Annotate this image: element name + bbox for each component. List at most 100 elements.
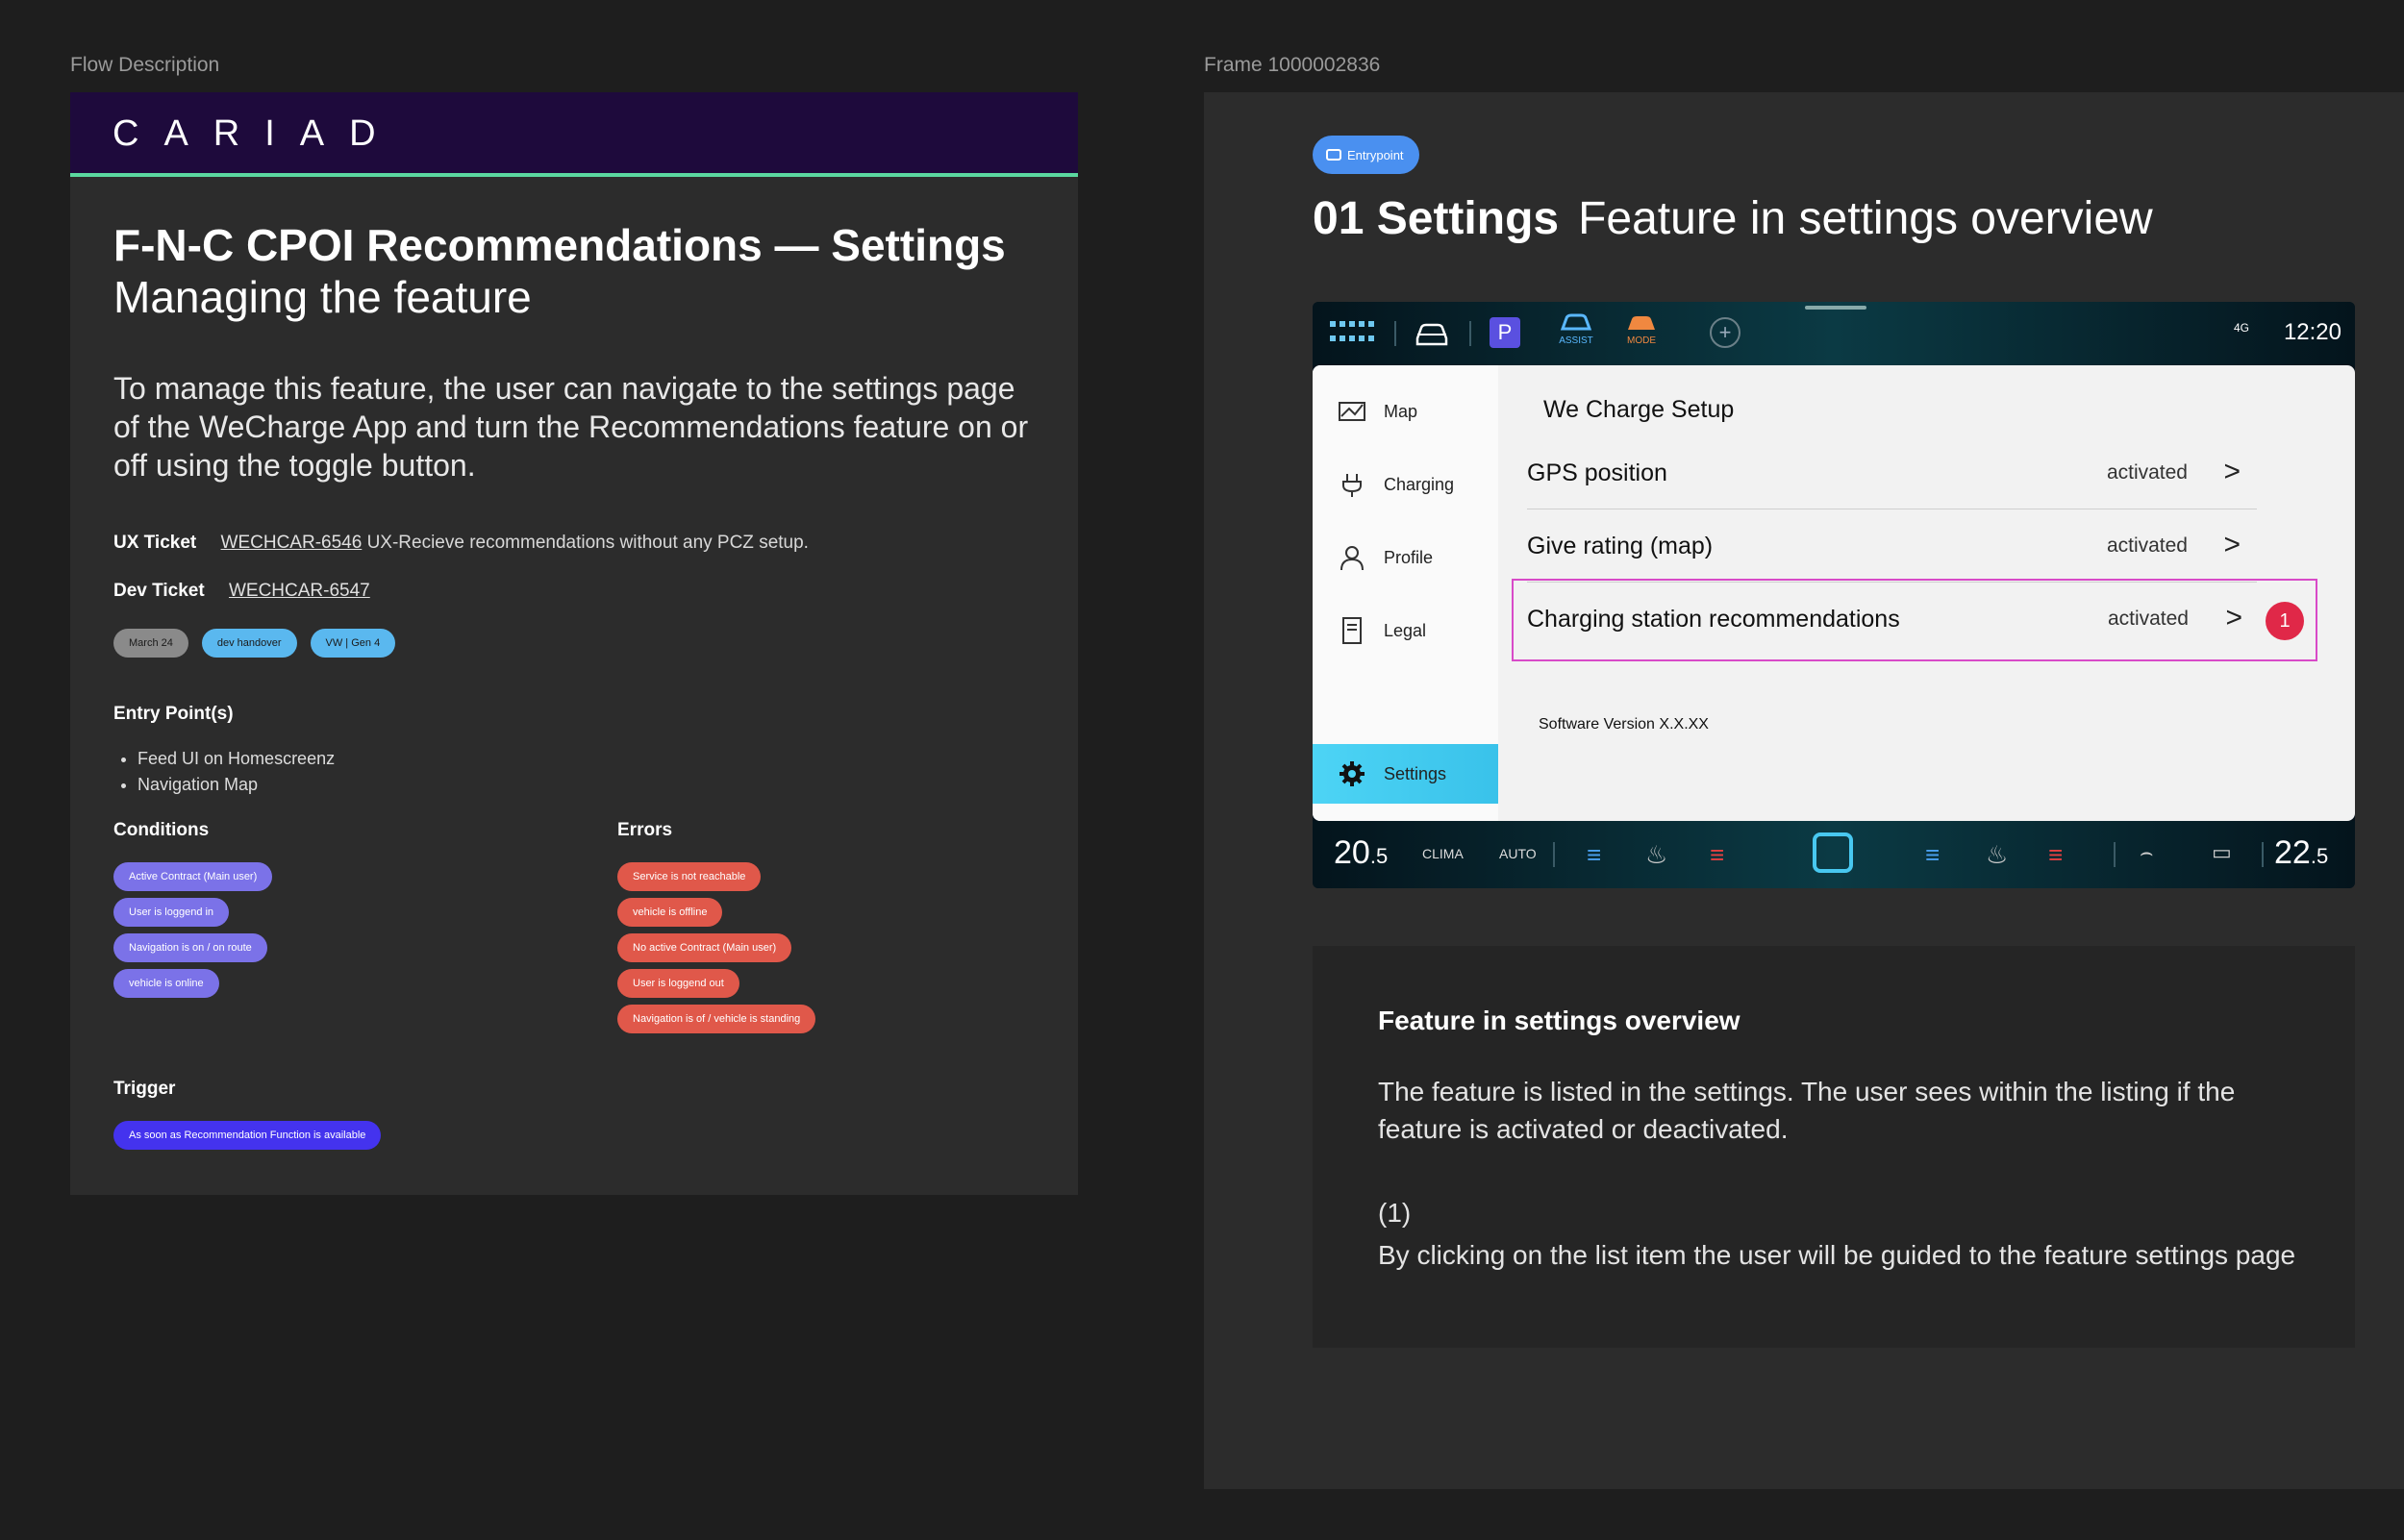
settings-row-gps[interactable]: GPS position activated > xyxy=(1519,438,2284,509)
row-status: activated xyxy=(2106,461,2188,484)
sidebar-item-profile[interactable]: Profile xyxy=(1313,529,1498,586)
description-marker-ref: (1) xyxy=(1378,1198,1412,1228)
description-body: The feature is listed in the settings. T… xyxy=(1378,1077,2236,1144)
page-subtitle: Managing the feature xyxy=(113,272,532,322)
divider xyxy=(1553,842,1555,867)
assist-icon xyxy=(1560,313,1592,331)
software-version: Software Version X.X.XX xyxy=(1539,716,1709,733)
sidebar-item-legal[interactable]: Legal xyxy=(1313,602,1498,659)
description-click-note: By clicking on the list item the user wi… xyxy=(1378,1240,2296,1270)
temperature-left[interactable]: 20.5 xyxy=(1334,834,1388,872)
ux-ticket-link[interactable]: WECHCAR-6546 xyxy=(221,533,363,553)
front-defrost-icon[interactable]: ⌢ xyxy=(2140,840,2153,865)
annotation-marker: 1 xyxy=(2266,602,2304,640)
intro-text: To manage this feature, the user can nav… xyxy=(113,371,1029,483)
auto-button[interactable]: AUTO xyxy=(1499,846,1537,861)
divider xyxy=(1469,321,1471,346)
row-label: GPS position xyxy=(1527,460,1667,486)
entry-points-heading: Entry Point(s) xyxy=(113,704,234,724)
network-indicator: 4G xyxy=(2233,321,2249,335)
gear-icon xyxy=(1340,761,1365,786)
row-status: activated xyxy=(2106,534,2188,557)
frame-title-number: 01 Settings xyxy=(1313,193,1560,244)
row-status: activated xyxy=(2107,608,2189,630)
rear-defrost-icon[interactable]: ▭ xyxy=(2212,840,2232,865)
settings-panel: Map Charging Profile Legal Settings We C… xyxy=(1313,365,2355,821)
sidebar-item-label: Legal xyxy=(1384,620,1427,640)
flow-description-card: CARIAD F-N-C CPOI Recommendations — Sett… xyxy=(70,92,1078,1195)
errors-heading: Errors xyxy=(617,820,673,840)
left-frame-label: Flow Description xyxy=(70,54,220,76)
entrypoint-label: Entrypoint xyxy=(1347,147,1404,162)
condition-pill: vehicle is online xyxy=(113,969,219,998)
frame-title-text: Feature in settings overview xyxy=(1578,193,2153,244)
clima-button[interactable]: CLIMA xyxy=(1422,846,1464,861)
list-item: Feed UI on Homescreenz xyxy=(138,746,335,772)
tag-platform: VW | Gen 4 xyxy=(310,629,396,658)
cariad-logo: CARIAD xyxy=(113,113,401,154)
conditions-list: Active Contract (Main user) User is logg… xyxy=(113,862,273,998)
condition-pill: Navigation is on / on route xyxy=(113,933,267,962)
sidebar-item-map[interactable]: Map xyxy=(1313,383,1498,440)
dev-ticket-link[interactable]: WECHCAR-6547 xyxy=(229,581,370,601)
error-pill: No active Contract (Main user) xyxy=(617,933,792,962)
add-shortcut-button[interactable]: + xyxy=(1710,317,1740,348)
seat-ventilation-left-icon[interactable]: ♨ xyxy=(1645,840,1667,870)
ux-ticket-label: UX Ticket xyxy=(113,533,197,553)
ux-ticket-text: UX-Recieve recommendations without any P… xyxy=(366,533,809,553)
divider xyxy=(2114,842,2116,867)
errors-list: Service is not reachable vehicle is offl… xyxy=(617,862,816,1033)
profile-icon xyxy=(1340,546,1364,571)
brand-header: CARIAD xyxy=(70,92,1078,177)
list-item: Navigation Map xyxy=(138,772,335,798)
settings-row-recommendations[interactable]: Charging station recommendations activat… xyxy=(1512,579,2317,661)
condition-pill: User is loggend in xyxy=(113,898,230,927)
sidebar-item-settings[interactable]: Settings xyxy=(1313,744,1498,804)
chevron-right-icon: > xyxy=(2223,529,2241,560)
tag-date: March 24 xyxy=(113,629,188,658)
seat-ventilation-right-icon[interactable]: ♨ xyxy=(1986,840,2008,870)
infotainment-screen: P ASSIST MODE + 4G 12:20 Map Charging Pr… xyxy=(1313,302,2355,888)
assist-button[interactable]: ASSIST xyxy=(1557,313,1595,346)
error-pill: vehicle is offline xyxy=(617,898,723,927)
apps-grid-icon[interactable] xyxy=(1330,321,1378,344)
charging-plug-icon xyxy=(1342,474,1362,497)
conditions-heading: Conditions xyxy=(113,820,210,840)
document-icon xyxy=(1342,617,1362,644)
seat-heat-right-icon[interactable]: ≡ xyxy=(2048,840,2063,870)
settings-frame: Entrypoint 01 Settings Feature in setting… xyxy=(1204,92,2404,1489)
mode-button[interactable]: MODE xyxy=(1622,313,1661,346)
divider xyxy=(2262,842,2264,867)
sidebar-item-label: Settings xyxy=(1384,763,1447,783)
sidebar-item-charging[interactable]: Charging xyxy=(1313,456,1498,513)
description-title: Feature in settings overview xyxy=(1378,1006,1740,1035)
page-title: F-N-C CPOI Recommendations — Settings xyxy=(113,220,1006,270)
tag-list: March 24 dev handover VW | Gen 4 xyxy=(113,629,396,658)
sidebar-item-label: Map xyxy=(1384,401,1418,421)
entry-points-list: Feed UI on Homescreenz Navigation Map xyxy=(138,746,335,798)
sidebar-item-label: Charging xyxy=(1384,474,1455,494)
pull-handle[interactable] xyxy=(1805,306,1866,310)
assist-label: ASSIST xyxy=(1559,335,1593,346)
seat-cool-right-icon[interactable]: ≡ xyxy=(1925,840,1940,870)
clock: 12:20 xyxy=(2283,319,2341,345)
status-bar: P ASSIST MODE + 4G 12:20 xyxy=(1313,302,2355,365)
panel-title: We Charge Setup xyxy=(1543,396,1735,423)
sidebar-item-label: Profile xyxy=(1384,547,1434,567)
divider xyxy=(1394,321,1396,346)
parking-button[interactable]: P xyxy=(1490,317,1520,348)
error-pill: Service is not reachable xyxy=(617,862,762,891)
trigger-heading: Trigger xyxy=(113,1079,176,1099)
car-icon[interactable] xyxy=(1413,319,1451,348)
row-label: Charging station recommendations xyxy=(1527,606,1900,633)
sidebar: Map Charging Profile Legal Settings xyxy=(1313,365,1498,821)
tag-handover: dev handover xyxy=(201,629,297,658)
trigger-pill: As soon as Recommendation Function is av… xyxy=(113,1121,382,1150)
seat-heat-left-icon[interactable]: ≡ xyxy=(1710,840,1724,870)
seat-cool-left-icon[interactable]: ≡ xyxy=(1587,840,1601,870)
description-card: Feature in settings overview The feature… xyxy=(1313,946,2355,1348)
dev-ticket-row: Dev Ticket WECHCAR-6547 xyxy=(113,581,370,602)
home-button[interactable] xyxy=(1813,832,1853,873)
settings-row-rating[interactable]: Give rating (map) activated > xyxy=(1519,511,2284,583)
temperature-right[interactable]: 22.5 xyxy=(2274,834,2328,872)
